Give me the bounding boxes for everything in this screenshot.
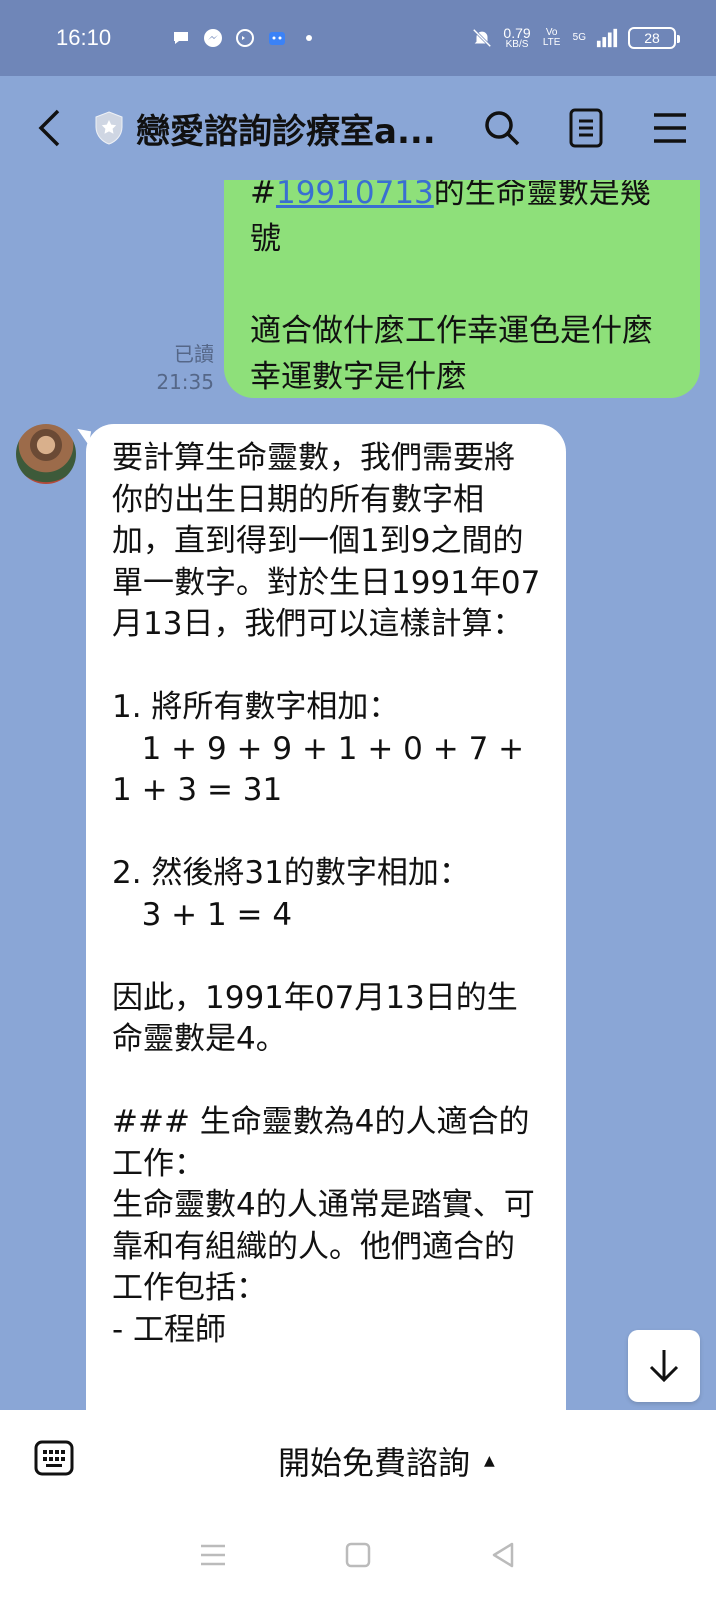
home-square-icon — [345, 1542, 371, 1568]
notes-icon — [569, 108, 603, 148]
status-bar: 16:10 0.79 KB/S Vo LTE 5G 28 — [0, 0, 716, 76]
status-right: 0.79 KB/S Vo LTE 5G 28 — [471, 26, 680, 50]
scroll-to-bottom-button[interactable] — [628, 1330, 700, 1402]
input-bar: 開始免費諮詢 ▲ — [0, 1410, 716, 1510]
hashtag-prefix: # — [250, 180, 276, 211]
back-button[interactable] — [36, 104, 76, 152]
outgoing-message-body: 的生命靈數是幾號 適合做什麼工作幸運色是什麼幸運數字是什麼 — [250, 180, 653, 395]
search-icon — [485, 111, 520, 146]
net-speed-unit: KB/S — [505, 39, 529, 50]
system-nav-bar — [0, 1510, 716, 1600]
chat-header: 戀愛諮詢診療室a... — [0, 76, 716, 180]
back-triangle-icon — [493, 1542, 514, 1568]
hashtag-link[interactable]: 19910713 — [276, 180, 434, 211]
incoming-message-text: 要計算生命靈數，我們需要將你的出生日期的所有數字相加，直到得到一個1到9之間的單… — [112, 440, 541, 1348]
recent-apps-icon — [200, 1544, 225, 1566]
verified-shield-icon — [95, 111, 123, 145]
menu-icon — [654, 113, 686, 143]
mute-bell-icon — [471, 27, 493, 49]
net-speed-value: 0.79 — [503, 25, 531, 41]
chat-bubble-icon — [170, 27, 192, 49]
messenger-icon — [202, 27, 224, 49]
message-list[interactable]: #19910713的生命靈數是幾號 適合做什麼工作幸運色是什麼幸運數字是什麼 已… — [0, 180, 716, 1410]
back-nav-button[interactable] — [483, 1535, 523, 1575]
volte-label: Vo LTE — [542, 27, 561, 48]
signal-label: 5G — [572, 32, 586, 43]
read-label: 已讀 — [174, 342, 214, 366]
status-time: 16:10 — [56, 25, 112, 50]
chevron-left-icon — [38, 109, 60, 147]
keyboard-button[interactable] — [34, 1440, 78, 1480]
keyboard-icon — [34, 1440, 74, 1476]
dot-icon — [298, 27, 320, 49]
header-actions — [480, 106, 692, 150]
sync-icon — [234, 27, 256, 49]
notification-icons — [170, 27, 320, 49]
avatar[interactable] — [16, 424, 76, 484]
net-speed: 0.79 KB/S — [503, 26, 530, 50]
recent-apps-button[interactable] — [193, 1535, 233, 1575]
caret-up-icon: ▲ — [484, 1453, 495, 1469]
start-consultation-label: 開始免費諮詢 — [278, 1444, 471, 1482]
battery-indicator: 28 — [628, 27, 680, 49]
notes-button[interactable] — [564, 106, 608, 150]
search-button[interactable] — [480, 106, 524, 150]
incoming-message-bubble[interactable]: 要計算生命靈數，我們需要將你的出生日期的所有數字相加，直到得到一個1到9之間的單… — [86, 424, 566, 1410]
outgoing-message-text: #19910713的生命靈數是幾號 適合做什麼工作幸運色是什麼幸運數字是什麼 — [250, 180, 676, 400]
android-icon — [266, 27, 288, 49]
message-time: 21:35 — [156, 370, 214, 394]
menu-button[interactable] — [648, 106, 692, 150]
signal-bars-icon — [596, 27, 618, 49]
arrow-down-icon — [649, 1350, 679, 1383]
chat-title[interactable]: 戀愛諮詢診療室a... — [136, 104, 446, 153]
outgoing-message-bubble[interactable]: #19910713的生命靈數是幾號 適合做什麼工作幸運色是什麼幸運數字是什麼 — [224, 180, 700, 398]
home-button[interactable] — [338, 1535, 378, 1575]
start-consultation-button[interactable]: 開始免費諮詢 ▲ — [278, 1438, 495, 1484]
read-receipt: 已讀 21:35 — [150, 340, 214, 396]
